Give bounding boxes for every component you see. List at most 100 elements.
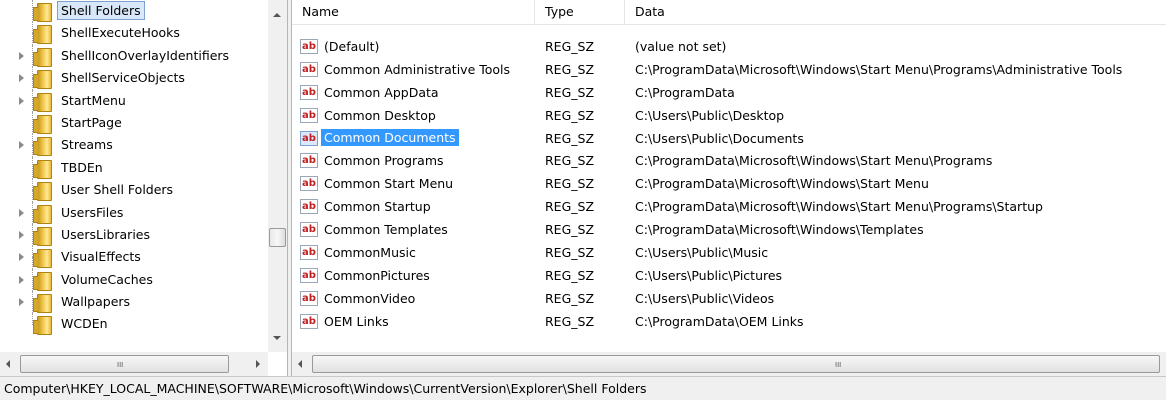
value-row[interactable]: ab (Default) REG_SZ (value not set): [292, 37, 1166, 60]
value-data: C:\ProgramData\OEM Links: [635, 313, 804, 329]
scroll-up-arrow-icon[interactable]: [273, 13, 281, 17]
tree-item[interactable]: Wallpapers: [0, 291, 268, 314]
scroll-left-arrow-icon[interactable]: [6, 360, 10, 368]
value-row[interactable]: ab CommonMusic REG_SZ C:\Users\Public\Music: [292, 243, 1166, 266]
value-type: REG_SZ: [545, 61, 595, 77]
tree-item[interactable]: StartMenu: [0, 89, 268, 112]
value-data: (value not set): [635, 39, 727, 54]
value-name: CommonMusic: [324, 245, 416, 261]
value-name: Common Startup: [324, 199, 431, 215]
registry-tree-pane[interactable]: Shell Folders ShellExecuteHooks ShellIconO…: [0, 0, 288, 376]
value-name: Common Templates: [324, 222, 448, 238]
expand-arrow-icon[interactable]: [19, 298, 24, 307]
tree-item[interactable]: Shell Folders: [0, 0, 268, 23]
tree-vertical-scrollbar[interactable]: [268, 0, 287, 352]
tree-item[interactable]: UsersFiles: [0, 201, 268, 224]
reg-string-icon: ab: [300, 61, 318, 77]
expand-arrow-icon[interactable]: [19, 141, 24, 150]
value-name: (Default): [324, 39, 380, 54]
tree-item[interactable]: User Shell Folders: [0, 179, 268, 202]
value-row[interactable]: ab Common Templates REG_SZ C:\ProgramData\M…: [292, 220, 1166, 243]
value-data: C:\ProgramData\Microsoft\Windows\Start M…: [635, 153, 993, 169]
tree-item-label: Shell Folders: [57, 1, 145, 20]
tree-item-label: VisualEffects: [61, 249, 141, 265]
value-data: C:\Users\Public\Pictures: [635, 267, 783, 283]
expand-arrow-icon[interactable]: [19, 51, 24, 60]
value-data: C:\Users\Public\Videos: [635, 290, 775, 306]
folder-icon: [33, 294, 52, 314]
column-header-data[interactable]: Data: [625, 0, 1166, 24]
value-row[interactable]: ab Common Start Menu REG_SZ C:\ProgramData\…: [292, 174, 1166, 197]
value-data: C:\Users\Public\Documents: [635, 130, 804, 146]
value-name: CommonVideo: [324, 290, 416, 306]
folder-icon: [33, 114, 52, 134]
tree-item[interactable]: UsersLibraries: [0, 223, 268, 247]
value-row[interactable]: ab Common Desktop REG_SZ C:\Users\Public\De…: [292, 106, 1166, 129]
value-data: C:\Users\Public\Music: [635, 245, 769, 261]
tree-item-label: WCDEn: [61, 316, 108, 332]
tree-item-label: StartPage: [61, 114, 122, 130]
tree-item-label: Wallpapers: [61, 294, 131, 310]
reg-string-icon: ab: [300, 199, 318, 215]
tree-horizontal-scrollbar[interactable]: III: [0, 352, 268, 376]
tree-item[interactable]: ShellIconOverlayIdentifiers: [0, 44, 268, 68]
reg-string-icon: ab: [300, 107, 318, 123]
tree-item-label: ShellServiceObjects: [61, 70, 185, 86]
values-horizontal-scroll-thumb[interactable]: III: [312, 355, 1160, 373]
tree-item[interactable]: Streams: [0, 134, 268, 157]
tree-item-label: User Shell Folders: [61, 182, 174, 198]
tree-item[interactable]: TBDEn: [0, 156, 268, 180]
tree-horizontal-scroll-thumb[interactable]: III: [20, 355, 229, 373]
value-data: C:\ProgramData\Microsoft\Windows\Templat…: [635, 222, 924, 238]
tree-item[interactable]: ShellServiceObjects: [0, 67, 268, 90]
tree-item[interactable]: StartPage: [0, 111, 268, 135]
values-column-header: Name Type Data: [292, 0, 1166, 25]
tree-item-label: StartMenu: [61, 92, 126, 108]
column-header-type[interactable]: Type: [535, 0, 625, 24]
reg-string-icon: ab: [300, 176, 318, 192]
expand-arrow-icon[interactable]: [19, 253, 24, 262]
expand-arrow-icon[interactable]: [19, 74, 24, 83]
registry-key-tree[interactable]: Shell Folders ShellExecuteHooks ShellIconO…: [0, 0, 268, 352]
tree-item[interactable]: ShellExecuteHooks: [0, 22, 268, 45]
scroll-right-arrow-icon[interactable]: [256, 360, 260, 368]
folder-icon: [33, 25, 52, 45]
value-row[interactable]: ab Common AppData REG_SZ C:\ProgramData: [292, 83, 1166, 106]
expand-arrow-icon[interactable]: [19, 275, 24, 284]
scroll-grip-icon: III: [117, 361, 124, 369]
value-row[interactable]: ab CommonPictures REG_SZ C:\Users\Public\Pi…: [292, 266, 1166, 289]
value-row[interactable]: ab CommonVideo REG_SZ C:\Users\Public\Video…: [292, 289, 1166, 312]
reg-string-icon: ab: [300, 153, 318, 169]
folder-icon: [33, 182, 52, 202]
tree-vertical-scroll-thumb[interactable]: [269, 228, 286, 247]
folder-icon: [33, 226, 52, 246]
scroll-down-arrow-icon[interactable]: [273, 336, 281, 340]
value-type: REG_SZ: [545, 290, 595, 306]
expand-arrow-icon[interactable]: [19, 230, 24, 239]
value-row[interactable]: ab Common Programs REG_SZ C:\ProgramData\Mi…: [292, 151, 1166, 174]
value-type: REG_SZ: [545, 130, 595, 146]
column-header-name[interactable]: Name: [292, 0, 535, 24]
tree-item[interactable]: VisualEffects: [0, 246, 268, 269]
reg-string-icon: ab: [300, 84, 318, 100]
value-row[interactable]: ab Common Documents REG_SZ C:\Users\Public\…: [292, 128, 1166, 152]
scroll-grip-icon: III: [835, 361, 842, 369]
tree-item-label: UsersLibraries: [61, 226, 150, 242]
tree-item-label: ShellExecuteHooks: [61, 25, 180, 41]
scroll-left-arrow-icon[interactable]: [298, 360, 302, 368]
expand-arrow-icon[interactable]: [19, 96, 24, 105]
folder-icon: [33, 159, 52, 179]
expand-arrow-icon[interactable]: [19, 208, 24, 217]
tree-item[interactable]: VolumeCaches: [0, 268, 268, 292]
tree-item[interactable]: WCDEn: [0, 313, 268, 336]
value-type: REG_SZ: [545, 153, 595, 169]
value-type: REG_SZ: [545, 107, 595, 123]
registry-values-pane[interactable]: Name Type Data ab (Default) REG_SZ (value n…: [291, 0, 1166, 376]
value-row[interactable]: ab Common Startup REG_SZ C:\ProgramData\Mic…: [292, 197, 1166, 220]
value-row[interactable]: ab Common Administrative Tools REG_SZ C:\Pr…: [292, 60, 1166, 83]
value-type: REG_SZ: [545, 39, 595, 54]
folder-icon: [33, 92, 52, 112]
reg-string-icon: ab: [300, 39, 318, 54]
value-row[interactable]: ab OEM Links REG_SZ C:\ProgramData\OEM Link…: [292, 312, 1166, 335]
values-horizontal-scrollbar[interactable]: III: [292, 352, 1166, 376]
